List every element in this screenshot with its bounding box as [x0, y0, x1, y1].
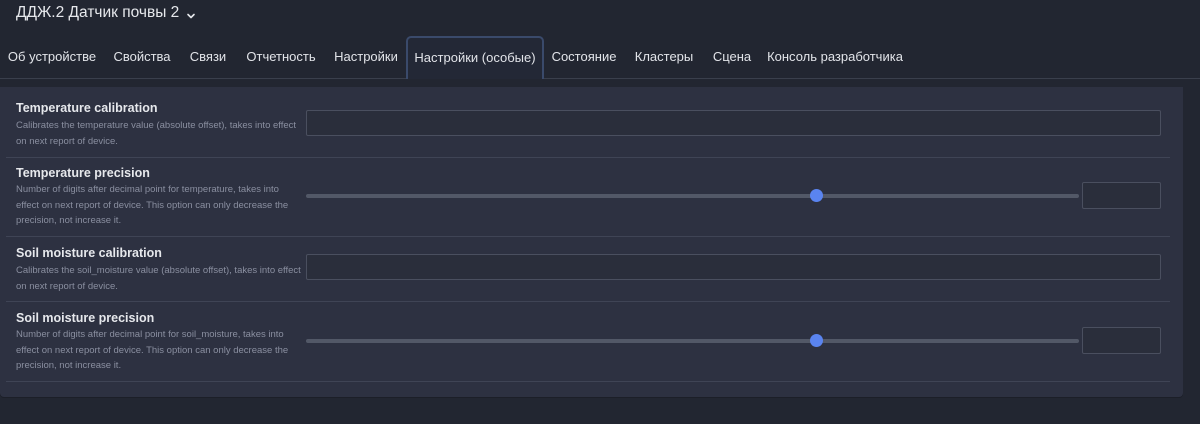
settings-panel: Temperature calibration Calibrates the t… — [0, 87, 1183, 397]
setting-row-temperature-calibration: Temperature calibration Calibrates the t… — [6, 93, 1170, 158]
device-title: ДДЖ.2 Датчик почвы 2 — [16, 4, 180, 21]
tab-settings-specific[interactable]: Настройки (особые) — [406, 36, 544, 79]
tab-state[interactable]: Состояние — [548, 36, 620, 78]
tab-bindings[interactable]: Связи — [184, 36, 232, 78]
setting-description: Number of digits after decimal point for… — [16, 329, 289, 371]
tab-properties[interactable]: Свойства — [108, 36, 176, 78]
soil-moisture-precision-slider[interactable] — [306, 334, 1079, 348]
chevron-down-icon — [186, 8, 196, 19]
temperature-precision-input[interactable] — [1082, 182, 1161, 209]
setting-row-temperature-precision: Temperature precision Number of digits a… — [6, 158, 1170, 237]
tab-reporting[interactable]: Отчетность — [240, 36, 322, 78]
tab-about[interactable]: Об устройстве — [4, 36, 100, 78]
tab-dev-console[interactable]: Консоль разработчика — [766, 36, 904, 78]
tab-settings[interactable]: Настройки — [330, 36, 402, 78]
device-title-dropdown[interactable]: ДДЖ.2 Датчик почвы 2 — [16, 4, 196, 22]
setting-description: Number of digits after decimal point for… — [16, 184, 289, 226]
setting-description: Calibrates the temperature value (absolu… — [16, 120, 297, 147]
header: ДДЖ.2 Датчик почвы 2 — [0, 0, 1200, 30]
slider-thumb[interactable] — [810, 189, 824, 202]
setting-title: Soil moisture calibration — [16, 246, 162, 260]
tab-clusters[interactable]: Кластеры — [630, 36, 698, 78]
soil-moisture-precision-input[interactable] — [1082, 327, 1161, 354]
slider-track — [306, 194, 1079, 198]
tab-bar: Об устройстве Свойства Связи Отчетность … — [0, 36, 1200, 79]
setting-title: Temperature precision — [16, 166, 150, 180]
soil-moisture-calibration-input[interactable] — [306, 254, 1161, 280]
setting-description: Calibrates the soil_moisture value (abso… — [16, 265, 301, 292]
slider-track — [306, 339, 1079, 343]
temperature-precision-slider[interactable] — [306, 189, 1079, 203]
setting-row-soil-moisture-calibration: Soil moisture calibration Calibrates the… — [6, 237, 1170, 302]
setting-title: Temperature calibration — [16, 101, 158, 115]
tab-scene[interactable]: Сцена — [708, 36, 756, 78]
slider-thumb[interactable] — [810, 334, 824, 347]
setting-row-soil-moisture-precision: Soil moisture precision Number of digits… — [6, 302, 1170, 382]
temperature-calibration-input[interactable] — [306, 110, 1161, 136]
setting-title: Soil moisture precision — [16, 311, 155, 325]
